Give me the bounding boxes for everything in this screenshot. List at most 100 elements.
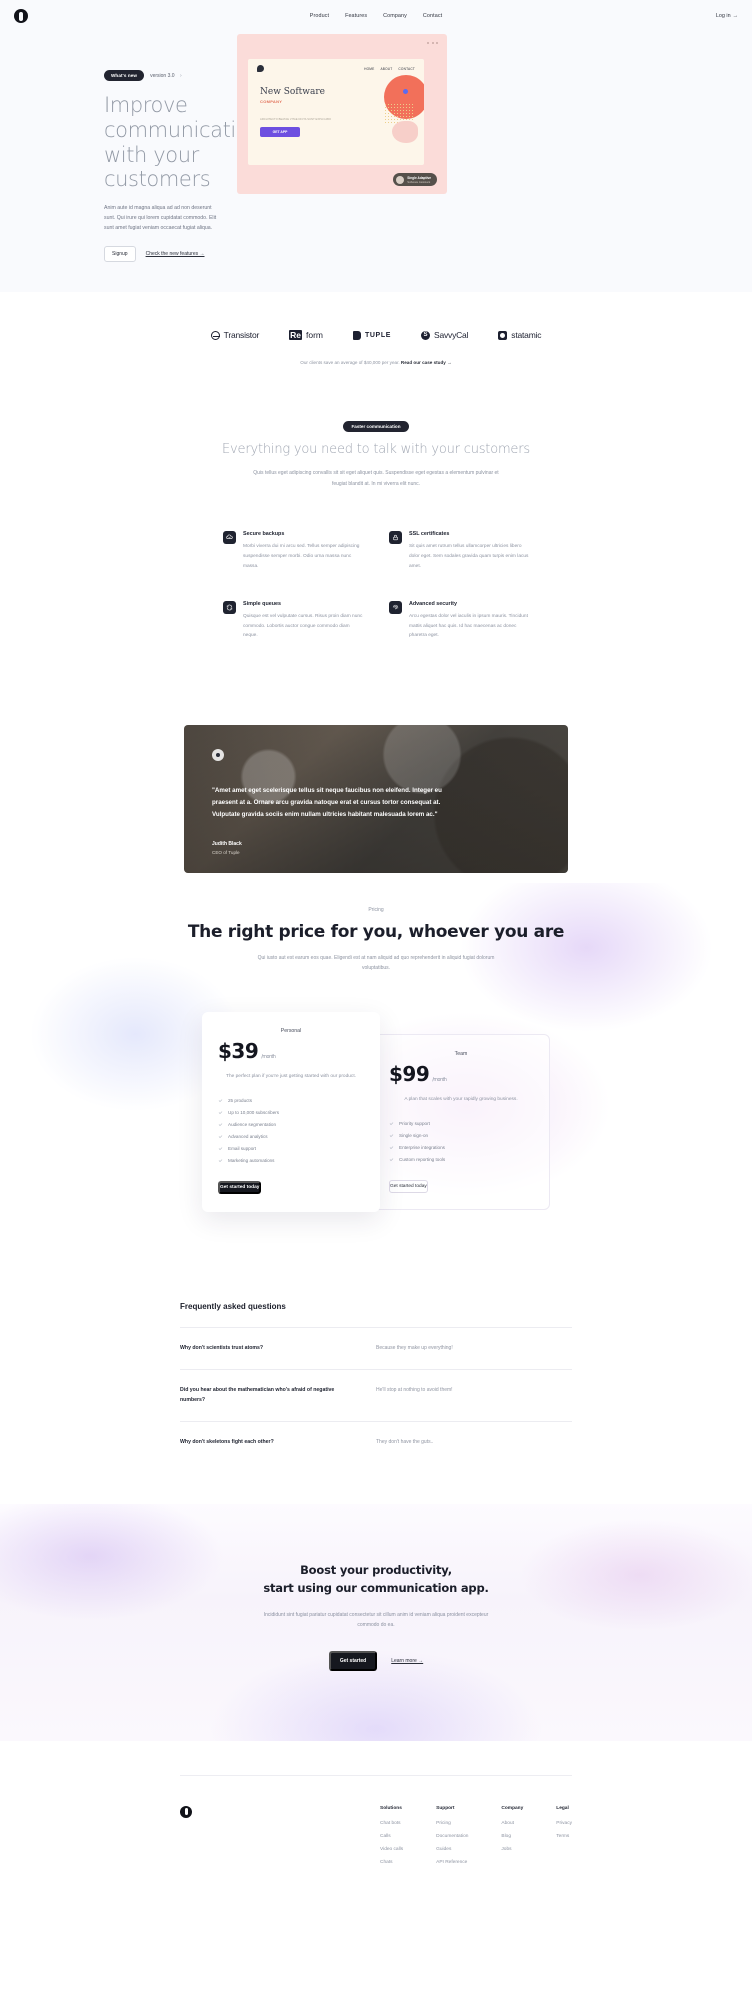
faq-title: Frequently asked questions (180, 1301, 286, 1311)
footer-link[interactable]: Jobs (501, 1847, 523, 1852)
avatar (396, 175, 405, 184)
get-started-button[interactable]: Get started (328, 1650, 378, 1671)
art-browser-card: HOME ABOUT CONTACT New Software COMPANY … (248, 59, 424, 165)
hero-section: What's new version 3.0 › Improve communi… (0, 26, 752, 263)
cta-actions: Get started Learn more → (0, 1650, 752, 1671)
footer-link[interactable]: API Reference (436, 1860, 468, 1865)
pricing-title: The right price for you, whoever you are (187, 921, 565, 942)
logo-label: statamic (511, 330, 542, 341)
carousel-dots[interactable] (427, 42, 438, 44)
footer-link[interactable]: Pricing (436, 1821, 468, 1826)
quote-mark-icon (212, 748, 224, 761)
footer-link[interactable]: Privacy (556, 1821, 572, 1826)
plan-feature: 25 products (218, 1098, 364, 1103)
signup-button[interactable]: Signup (104, 246, 136, 263)
testimonial-role: CEO of Tuple (212, 850, 240, 856)
art-get-app-button: GET APP (260, 127, 300, 137)
plan-period: /month (261, 1054, 276, 1060)
plan-feature: Up to 10,000 subscribers (218, 1110, 364, 1115)
plan-price: $39 (218, 1038, 259, 1063)
pricing-eyebrow: Pricing (368, 906, 384, 913)
logo-tuple: TUPLE (353, 330, 391, 340)
check-icon (218, 1122, 223, 1126)
hero-actions: Signup Check the new features → (104, 246, 229, 263)
art-nav-contact: CONTACT (398, 66, 415, 71)
bird-logo-icon (257, 65, 264, 72)
footer-link[interactable]: Guides (436, 1847, 468, 1852)
footer-link[interactable]: Terms (556, 1834, 572, 1839)
nav-link-product[interactable]: Product (310, 13, 329, 19)
nav-links: Product Features Company Contact (310, 13, 442, 19)
footer-link[interactable]: Blog (501, 1834, 523, 1839)
page-root: Product Features Company Contact Log in … (0, 0, 752, 1913)
footer-content: Solutions Chat bots Calls Video calls Ch… (180, 1805, 572, 1873)
chip-subtitle: Software Assistant (407, 179, 431, 184)
plan-feature: Audience segmentation (218, 1122, 364, 1127)
plan-feature-label: Custom reporting tools (399, 1156, 446, 1162)
faq-item[interactable]: Why don't scientists trust atoms? Becaus… (180, 1326, 572, 1370)
feature-card: SSL certificates Sit quis amet rutrum te… (389, 531, 529, 571)
features-grid: Secure backups Morbi viverra dui mi arcu… (223, 531, 529, 641)
reform-logo-icon: Re (289, 330, 303, 341)
plan-feature-label: Priority support (399, 1120, 430, 1126)
case-study-link[interactable]: Read our case study → (401, 360, 452, 365)
check-icon (218, 1098, 223, 1102)
art-get-app-label: GET APP (272, 130, 288, 134)
plan-feature: Single sign-on (389, 1133, 533, 1138)
login-link[interactable]: Log in → (716, 13, 738, 19)
top-navigation: Product Features Company Contact Log in … (0, 0, 752, 26)
company-mark-icon[interactable] (180, 1805, 192, 1818)
logo-statamic: statamic (498, 330, 542, 341)
fingerprint-icon (389, 601, 402, 615)
check-icon (389, 1121, 394, 1125)
logo-label: SavvyCal (433, 330, 469, 341)
footer-link[interactable]: Calls (380, 1834, 403, 1839)
art-nav: HOME ABOUT CONTACT (248, 59, 424, 78)
plan-feature-list: 25 products Up to 10,000 subscribers Aud… (218, 1098, 364, 1163)
features-badge: Faster communication (343, 421, 409, 433)
feature-card: Simple queues Quisque est vel vulputate … (223, 601, 363, 641)
footer-heading: Company (501, 1805, 524, 1811)
faq-section: Frequently asked questions Why don't sci… (180, 1302, 572, 1465)
footer-link[interactable]: About (501, 1821, 523, 1826)
cta-content: Boost your productivity, start using our… (0, 1562, 752, 1671)
learn-more-link[interactable]: Learn more → (391, 1658, 423, 1664)
plan-description: The perfect plan if you're just getting … (226, 1073, 356, 1079)
savvycal-logo-icon: S (420, 330, 430, 340)
version-link[interactable]: version 3.0 › (150, 73, 182, 79)
footer-link[interactable]: Chat bots (380, 1821, 403, 1826)
company-mark-icon[interactable] (14, 9, 28, 23)
faq-question: Why don't scientists trust atoms? (180, 1344, 264, 1351)
footer-link[interactable]: Video calls (380, 1847, 403, 1852)
footer-divider (180, 1774, 572, 1776)
statamic-logo-icon (498, 330, 508, 340)
feature-text: Arcu egestas dolor vel iaculis in ipsum … (409, 614, 528, 639)
art-nav-links: HOME ABOUT CONTACT (364, 67, 415, 71)
hero-body-text: Anim aute id magna aliqua ad ad non dese… (104, 205, 217, 232)
plan-cta-team[interactable]: Get started today (389, 1179, 428, 1193)
features-title: Everything you need to talk with your cu… (222, 442, 530, 458)
check-features-link[interactable]: Check the new features → (146, 251, 205, 257)
plan-price-row: $99 /month (389, 1062, 533, 1086)
hero-content: What's new version 3.0 › Improve communi… (14, 48, 262, 263)
feature-card: Secure backups Morbi viverra dui mi arcu… (223, 531, 363, 571)
plan-cta-personal[interactable]: Get started today (218, 1180, 262, 1194)
footer-link[interactable]: Chats (380, 1860, 403, 1865)
faq-item[interactable]: Why don't skeletons fight each other? Th… (180, 1421, 572, 1464)
nav-link-features[interactable]: Features (345, 13, 367, 19)
art-nav-about: ABOUT (380, 66, 393, 71)
cta-title-line2: start using our communication app. (263, 1580, 489, 1595)
plan-feature-label: Marketing automations (228, 1157, 275, 1163)
faq-answer: Because they make up everything! (376, 1344, 453, 1351)
plan-card-personal: Personal $39 /month The perfect plan if … (202, 1011, 380, 1212)
tuple-logo-icon (353, 330, 362, 340)
footer-link[interactable]: Documentation (436, 1834, 468, 1839)
feature-title: SSL certificates (409, 531, 450, 538)
footer-heading: Solutions (380, 1805, 402, 1811)
nav-link-contact[interactable]: Contact (423, 13, 442, 19)
nav-link-company[interactable]: Company (383, 13, 407, 19)
faq-item[interactable]: Did you hear about the mathematician who… (180, 1369, 572, 1421)
cta-title-line1: Boost your productivity, (300, 1563, 452, 1578)
plan-price: $99 (389, 1061, 430, 1086)
whats-new-badge[interactable]: What's new (104, 70, 145, 81)
